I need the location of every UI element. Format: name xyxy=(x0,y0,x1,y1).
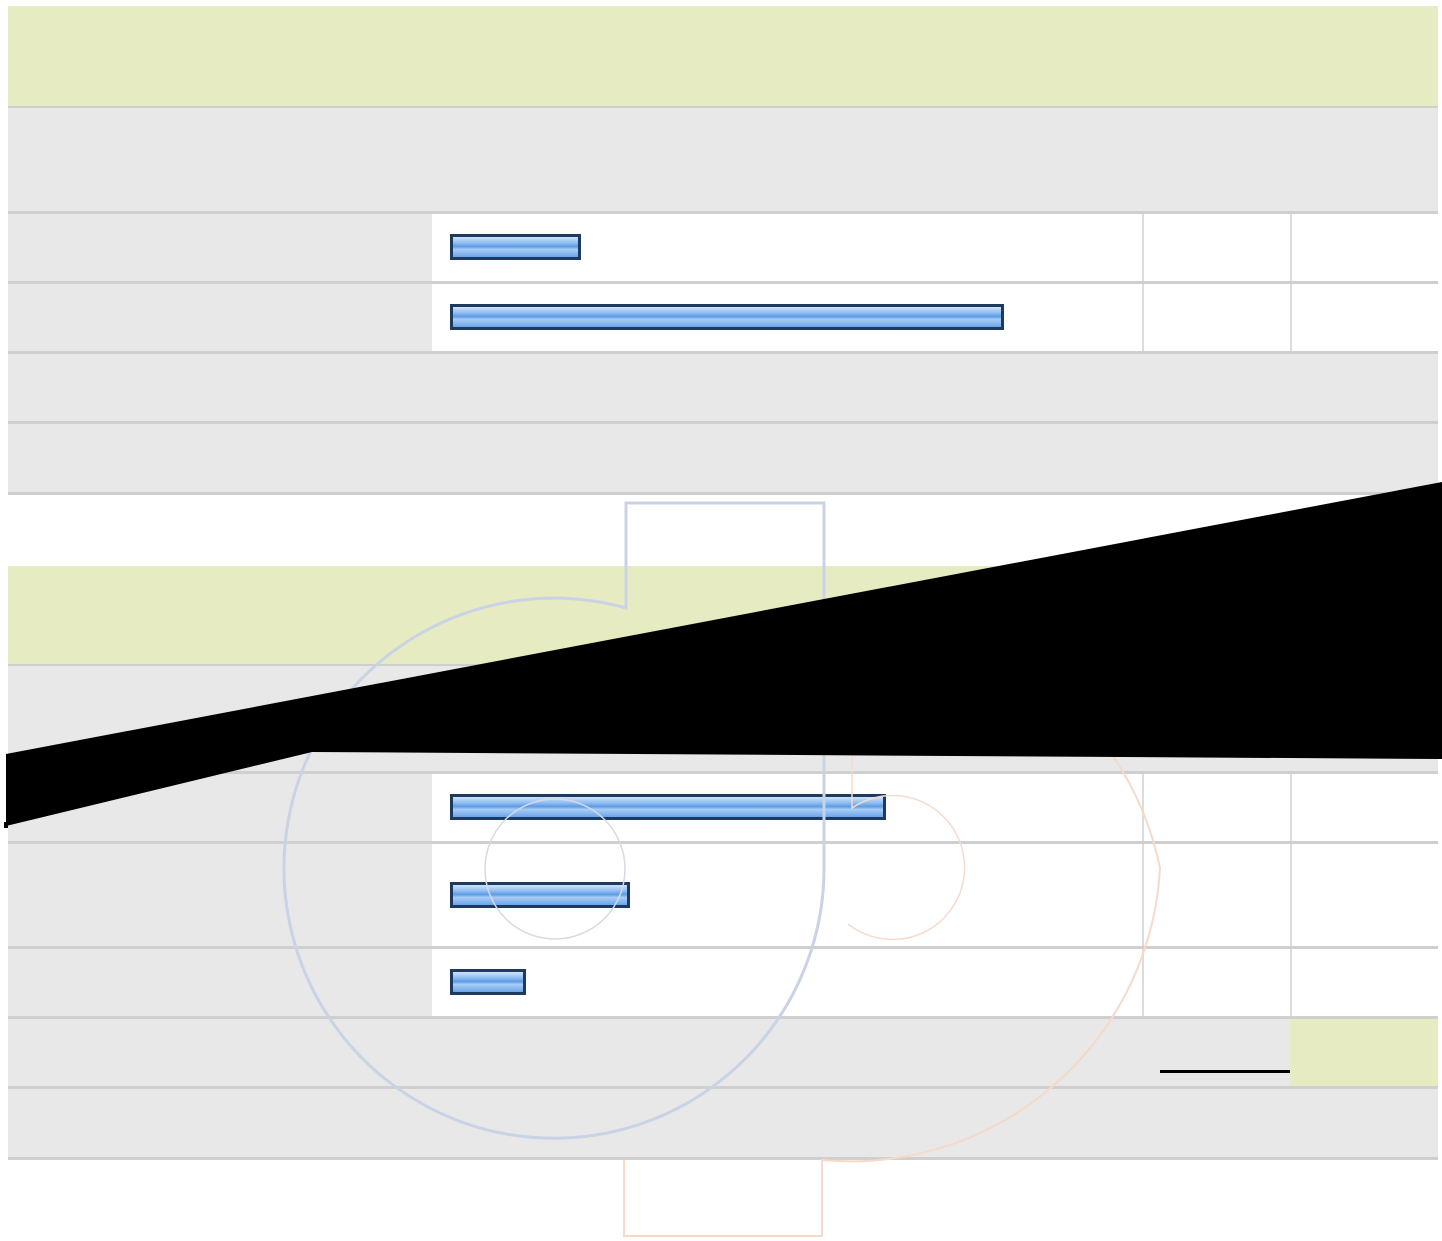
value-cell-2 xyxy=(1292,844,1438,946)
summary-row xyxy=(8,1089,1438,1160)
section-2-header xyxy=(8,566,1438,666)
value-cell-1 xyxy=(1144,284,1292,351)
table-row xyxy=(8,284,1438,354)
value-cell-2 xyxy=(1292,284,1438,351)
section-1-column-header xyxy=(8,108,1438,214)
progress-bar xyxy=(450,882,630,908)
bar-cell xyxy=(432,284,1144,351)
bar-cell xyxy=(432,844,1144,946)
table-row xyxy=(8,214,1438,284)
row-label-cell xyxy=(8,844,432,946)
progress-bar xyxy=(450,969,526,995)
bar-cell xyxy=(432,949,1144,1016)
value-cell-1 xyxy=(1144,774,1292,841)
table-row xyxy=(8,949,1438,1019)
value-cell-1 xyxy=(1144,214,1292,281)
row-label-cell xyxy=(8,774,432,841)
progress-bar xyxy=(450,304,1004,330)
table-row xyxy=(8,844,1438,949)
value-cell-2 xyxy=(1292,214,1438,281)
row-label-cell xyxy=(8,214,432,281)
value-cell-1 xyxy=(1144,844,1292,946)
highlight-cell xyxy=(1290,1019,1438,1086)
value-cell-2 xyxy=(1292,949,1438,1016)
section-2 xyxy=(8,566,1438,1164)
section-1-header xyxy=(8,6,1438,108)
section-1 xyxy=(8,6,1438,496)
value-cell-1 xyxy=(1144,949,1292,1016)
progress-bar xyxy=(450,794,886,820)
summary-row xyxy=(8,354,1438,424)
row-label-cell xyxy=(8,949,432,1016)
row-label-cell xyxy=(8,284,432,351)
bar-cell xyxy=(432,214,1144,281)
signature-line xyxy=(1160,1070,1310,1073)
section-2-column-header xyxy=(8,666,1438,774)
progress-bar xyxy=(450,234,581,260)
summary-row xyxy=(8,1019,1438,1089)
value-cell-2 xyxy=(1292,774,1438,841)
bar-cell xyxy=(432,774,1144,841)
table-row xyxy=(8,774,1438,844)
summary-row xyxy=(8,424,1438,495)
